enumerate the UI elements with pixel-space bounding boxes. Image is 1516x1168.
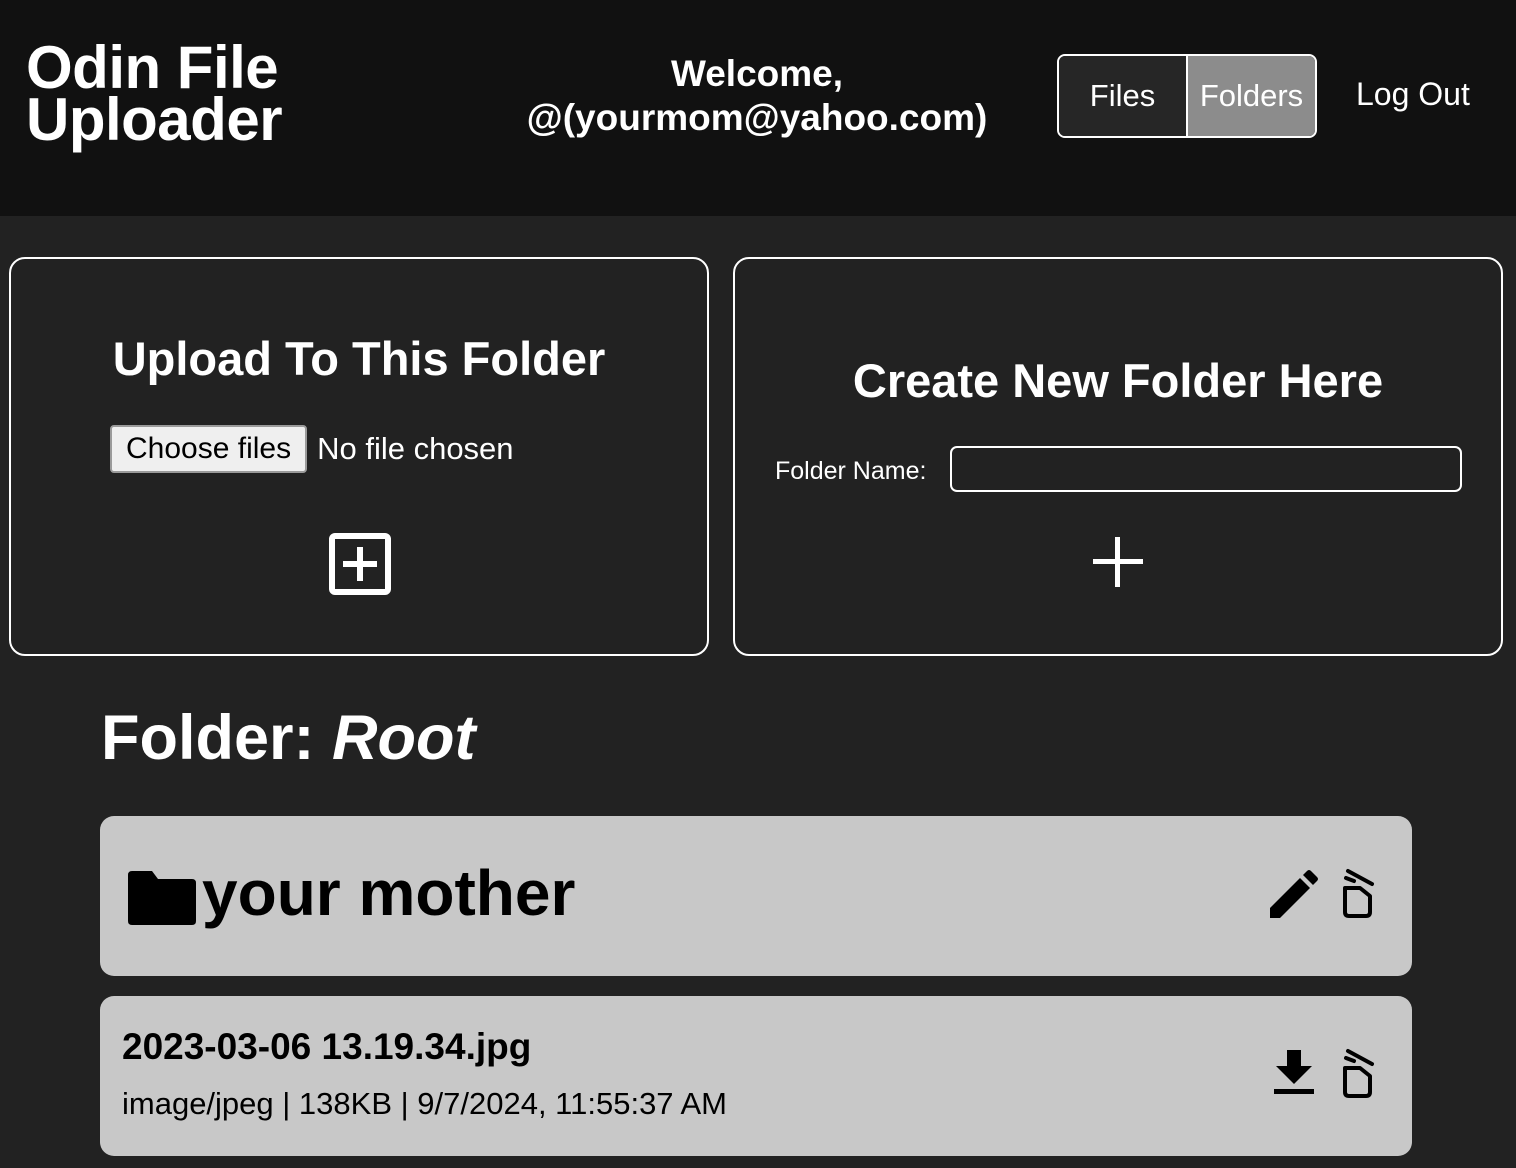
file-input: Choose files No file chosen	[110, 425, 514, 473]
file-status-text: No file chosen	[317, 431, 514, 466]
upload-panel: Upload To This Folder Choose files No fi…	[9, 257, 709, 656]
folder-heading-prefix: Folder:	[101, 703, 332, 773]
upload-submit-button[interactable]	[329, 533, 391, 595]
rename-folder-button[interactable]	[1266, 870, 1318, 926]
folder-name-label: Folder Name:	[775, 457, 927, 485]
trash-icon	[1343, 869, 1374, 918]
view-toggle: Files Folders	[1057, 54, 1317, 138]
logo-line-2: Uploader	[26, 86, 283, 153]
choose-files-button[interactable]: Choose files	[110, 425, 308, 473]
file-list-item: 2023-03-06 13.19.34.jpg image/jpeg | 138…	[100, 996, 1412, 1156]
folder-icon	[128, 871, 196, 925]
upload-panel-title: Upload To This Folder	[112, 332, 606, 385]
download-icon	[1274, 1050, 1314, 1094]
file-meta: image/jpeg | 138KB | 9/7/2024, 11:55:37 …	[122, 1086, 727, 1121]
app-header: Odin File Uploader Welcome, @(yourmom@ya…	[0, 0, 1516, 216]
download-file-button[interactable]	[1268, 1048, 1320, 1104]
welcome-greeting: Welcome,	[670, 53, 844, 94]
folder-name: your mother	[202, 857, 576, 929]
folder-name-input[interactable]	[950, 446, 1462, 492]
app-logo: Odin File Uploader	[26, 38, 283, 153]
pencil-icon	[1270, 870, 1318, 918]
welcome-user-email: @(yourmom@yahoo.com)	[526, 97, 988, 138]
create-folder-panel: Create New Folder Here Folder Name:	[733, 257, 1503, 656]
delete-folder-button[interactable]	[1336, 868, 1388, 924]
folder-list-item[interactable]: your mother	[100, 816, 1412, 976]
logout-link[interactable]: Log Out	[1356, 76, 1470, 113]
current-folder-name: Root	[332, 703, 476, 773]
welcome-message: Welcome, @(yourmom@yahoo.com)	[500, 52, 1014, 140]
create-folder-button[interactable]	[1093, 537, 1143, 587]
current-folder-heading: Folder: Root	[101, 702, 475, 774]
file-name: 2023-03-06 13.19.34.jpg	[122, 1026, 532, 1067]
files-tab[interactable]: Files	[1059, 56, 1188, 136]
trash-icon	[1343, 1049, 1374, 1098]
folders-tab[interactable]: Folders	[1188, 56, 1315, 136]
delete-file-button[interactable]	[1336, 1048, 1388, 1104]
create-folder-title: Create New Folder Here	[852, 354, 1384, 407]
